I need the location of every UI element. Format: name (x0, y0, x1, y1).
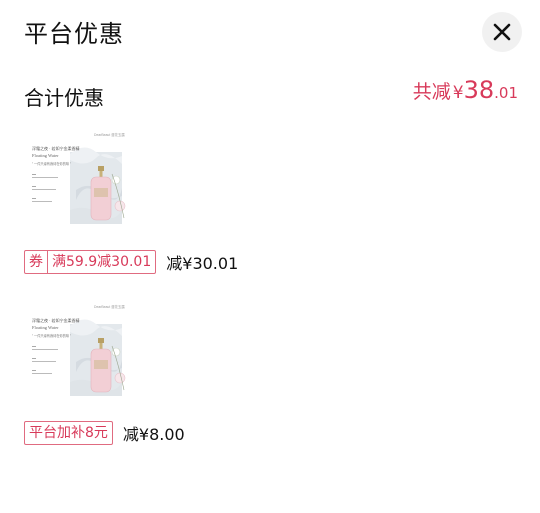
page-title: 平台优惠 (24, 20, 124, 48)
product-quote: " 一件只缘有我待在你的味 " (32, 161, 71, 166)
discount-row: 平台加补8元 减¥8.00 (24, 421, 185, 445)
total-discount: 共减 ¥ 38 .01 (413, 76, 518, 104)
currency-symbol: ¥ (452, 83, 464, 103)
product-name-en: Floating Water (32, 153, 59, 158)
summary-label: 合计优惠 (24, 86, 104, 110)
discount-amount: 减¥30.01 (166, 254, 239, 273)
product-image: DearBeaut 漫花玉露 浮霜之夜 · 若如宁金柔香精 Floating W… (24, 302, 128, 406)
close-icon (493, 23, 511, 41)
product-brand: DearBeaut 漫花玉露 (94, 132, 125, 137)
coupon-tag-label: 满59.9减30.01 (52, 254, 152, 270)
sheet-header: 平台优惠 (0, 0, 540, 66)
product-name-en: Floating Water (32, 325, 59, 330)
coupon-tag: 券 满59.9减30.01 (24, 250, 157, 274)
subsidy-tag-label: 平台加补8元 (29, 425, 108, 441)
discount-amount: 减¥8.00 (122, 425, 185, 444)
total-prefix: 共减 (412, 81, 451, 103)
product-image: DearBeaut 漫花玉露 浮霜之夜 · 若如宁金柔香精 Floating W… (24, 130, 128, 234)
close-button[interactable] (482, 12, 522, 52)
total-decimal: .01 (494, 84, 518, 102)
product-name-cn: 浮霜之夜 · 若如宁金柔香精 (32, 317, 80, 323)
product-name-cn: 浮霜之夜 · 若如宁金柔香精 (32, 145, 80, 151)
discount-summary: 合计优惠 共减 ¥ 38 .01 (0, 74, 540, 114)
product-brand: DearBeaut 漫花玉露 (94, 304, 125, 309)
discount-row: 券 满59.9减30.01 减¥30.01 (24, 250, 238, 274)
total-integer: 38 (463, 76, 495, 104)
product-quote: " 一件只缘有我待在你的味 " (32, 333, 71, 338)
subsidy-tag: 平台加补8元 (24, 421, 113, 445)
coupon-tag-prefix: 券 (25, 251, 48, 273)
